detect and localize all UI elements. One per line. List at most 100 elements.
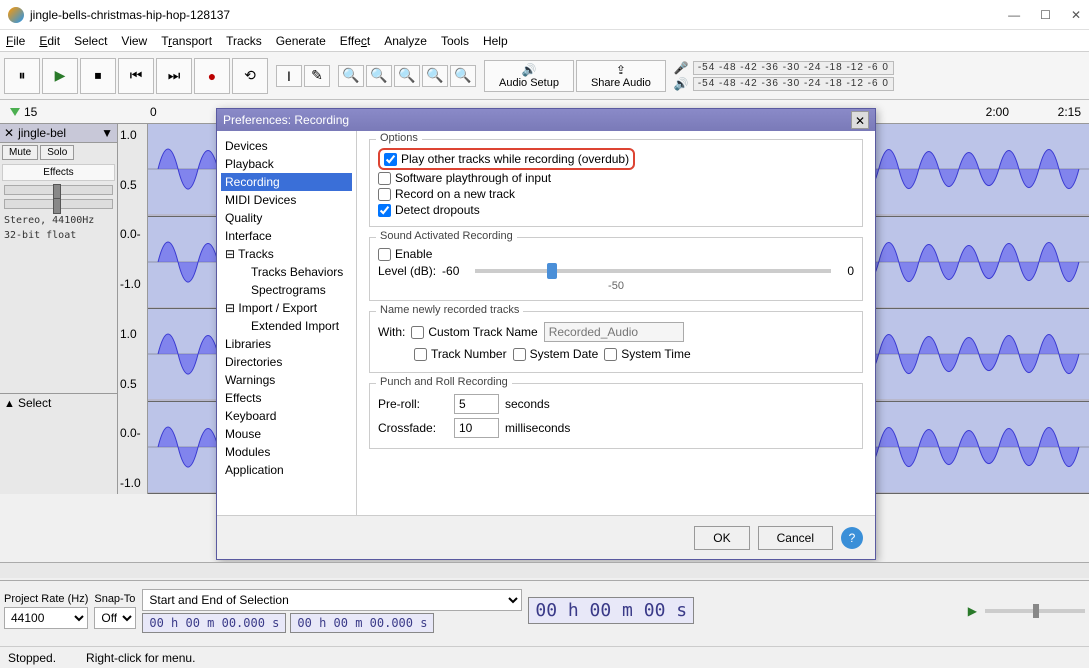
tree-quality[interactable]: Quality bbox=[221, 209, 352, 227]
position-timecode[interactable]: 00 h 00 m 00 s bbox=[528, 597, 694, 624]
fit-selection-button[interactable]: 🔍 bbox=[394, 65, 420, 87]
tree-playback[interactable]: Playback bbox=[221, 155, 352, 173]
tree-midi[interactable]: MIDI Devices bbox=[221, 191, 352, 209]
custom-name-checkbox[interactable] bbox=[411, 326, 424, 339]
menu-select[interactable]: Select bbox=[74, 34, 107, 48]
mute-button[interactable]: Mute bbox=[2, 145, 38, 160]
menu-transport[interactable]: Transport bbox=[161, 34, 212, 48]
tree-spectrograms[interactable]: Spectrograms bbox=[221, 281, 352, 299]
maximize-button[interactable]: ☐ bbox=[1040, 8, 1051, 22]
help-button[interactable]: ? bbox=[841, 527, 863, 549]
sar-legend: Sound Activated Recording bbox=[376, 230, 517, 242]
titlebar: jingle-bells-christmas-hip-hop-128137 — … bbox=[0, 0, 1089, 30]
stop-button[interactable]: ⏹ bbox=[80, 58, 116, 94]
newtrack-checkbox[interactable] bbox=[378, 188, 391, 201]
horizontal-scrollbar[interactable] bbox=[0, 562, 1089, 578]
dialog-close-button[interactable]: ✕ bbox=[851, 111, 869, 129]
tree-recording[interactable]: Recording bbox=[221, 173, 352, 191]
selection-end-timecode[interactable]: 00 h 00 m 00.000 s bbox=[290, 613, 434, 633]
cancel-button[interactable]: Cancel bbox=[758, 526, 833, 550]
tree-devices[interactable]: Devices bbox=[221, 137, 352, 155]
menu-file[interactable]: File bbox=[6, 34, 25, 48]
tree-warnings[interactable]: Warnings bbox=[221, 371, 352, 389]
minimize-button[interactable]: — bbox=[1008, 8, 1020, 22]
playhead-marker-icon[interactable] bbox=[10, 108, 20, 116]
dropdown-icon[interactable]: ▼ bbox=[101, 126, 113, 140]
skip-start-button[interactable]: ⏮ bbox=[118, 58, 154, 94]
tree-keyboard[interactable]: Keyboard bbox=[221, 407, 352, 425]
play-meter[interactable]: -54 -48 -42 -36 -30 -24 -18 -12 -6 0 bbox=[693, 77, 894, 91]
close-track-icon[interactable]: ✕ bbox=[4, 126, 14, 140]
project-rate-select[interactable]: 44100 bbox=[4, 607, 88, 629]
with-label: With: bbox=[378, 325, 405, 339]
zoom-toggle-button[interactable]: 🔍 bbox=[450, 65, 476, 87]
ruler-time-3: 2:15 bbox=[1058, 105, 1081, 119]
menu-tracks[interactable]: Tracks bbox=[226, 34, 262, 48]
tree-mouse[interactable]: Mouse bbox=[221, 425, 352, 443]
sar-enable-checkbox[interactable] bbox=[378, 248, 391, 261]
selection-tool-button[interactable]: I bbox=[276, 65, 302, 87]
selection-start-timecode[interactable]: 00 h 00 m 00.000 s bbox=[142, 613, 286, 633]
envelope-tool-button[interactable]: ✎ bbox=[304, 65, 330, 87]
level-tick: -50 bbox=[378, 280, 854, 292]
effects-button[interactable]: Effects bbox=[2, 164, 115, 181]
window-title: jingle-bells-christmas-hip-hop-128137 bbox=[30, 8, 230, 22]
track-header[interactable]: ✕ jingle-bel ▼ bbox=[0, 124, 117, 143]
pause-button[interactable]: ⏸ bbox=[4, 58, 40, 94]
fit-project-button[interactable]: 🔍 bbox=[422, 65, 448, 87]
share-audio-button[interactable]: ⇪ Share Audio bbox=[576, 60, 666, 92]
tree-effects[interactable]: Effects bbox=[221, 389, 352, 407]
record-meter[interactable]: -54 -48 -42 -36 -30 -24 -18 -12 -6 0 bbox=[693, 61, 894, 75]
tree-tracks[interactable]: ⊟ Tracks bbox=[221, 245, 352, 263]
overdub-label: Play other tracks while recording (overd… bbox=[401, 152, 629, 166]
tree-import-export[interactable]: ⊟ Import / Export bbox=[221, 299, 352, 317]
tree-extended-import[interactable]: Extended Import bbox=[221, 317, 352, 335]
punch-legend: Punch and Roll Recording bbox=[376, 376, 512, 388]
tree-modules[interactable]: Modules bbox=[221, 443, 352, 461]
close-button[interactable]: ✕ bbox=[1071, 8, 1081, 22]
tree-application[interactable]: Application bbox=[221, 461, 352, 479]
select-track-button[interactable]: ▲ Select bbox=[0, 393, 117, 412]
system-date-checkbox[interactable] bbox=[513, 348, 526, 361]
pan-slider[interactable] bbox=[4, 199, 113, 209]
tree-directories[interactable]: Directories bbox=[221, 353, 352, 371]
track-number-label: Track Number bbox=[431, 347, 507, 361]
tree-interface[interactable]: Interface bbox=[221, 227, 352, 245]
slider-thumb-icon[interactable] bbox=[547, 263, 557, 279]
menu-edit[interactable]: Edit bbox=[39, 34, 60, 48]
menu-analyze[interactable]: Analyze bbox=[384, 34, 427, 48]
menu-help[interactable]: Help bbox=[483, 34, 508, 48]
preroll-input[interactable] bbox=[454, 394, 499, 414]
crossfade-input[interactable] bbox=[454, 418, 499, 438]
overdub-checkbox[interactable] bbox=[384, 153, 397, 166]
track-name[interactable]: jingle-bel bbox=[18, 126, 66, 140]
dialog-titlebar[interactable]: Preferences: Recording ✕ bbox=[217, 109, 875, 131]
skip-end-button[interactable]: ⏭ bbox=[156, 58, 192, 94]
track-number-checkbox[interactable] bbox=[414, 348, 427, 361]
menu-tools[interactable]: Tools bbox=[441, 34, 469, 48]
audio-setup-button[interactable]: 🔊 Audio Setup bbox=[484, 60, 574, 92]
solo-button[interactable]: Solo bbox=[40, 145, 74, 160]
gain-slider[interactable] bbox=[4, 185, 113, 195]
playthrough-checkbox[interactable] bbox=[378, 172, 391, 185]
play-button[interactable]: ▶ bbox=[42, 58, 78, 94]
play-at-speed-button[interactable]: ▶ bbox=[968, 604, 977, 618]
zoom-in-button[interactable]: 🔍 bbox=[338, 65, 364, 87]
ok-button[interactable]: OK bbox=[694, 526, 749, 550]
menu-generate[interactable]: Generate bbox=[276, 34, 326, 48]
loop-button[interactable]: ⟲ bbox=[232, 58, 268, 94]
tree-libraries[interactable]: Libraries bbox=[221, 335, 352, 353]
zoom-out-button[interactable]: 🔍 bbox=[366, 65, 392, 87]
menu-view[interactable]: View bbox=[121, 34, 147, 48]
tree-tracks-behaviors[interactable]: Tracks Behaviors bbox=[221, 263, 352, 281]
track-name-input[interactable] bbox=[544, 322, 684, 342]
system-date-label: System Date bbox=[530, 347, 599, 361]
level-slider[interactable] bbox=[475, 269, 831, 273]
system-time-checkbox[interactable] bbox=[604, 348, 617, 361]
playback-speed-slider[interactable] bbox=[985, 609, 1085, 613]
snap-to-select[interactable]: Off bbox=[94, 607, 136, 629]
record-button[interactable]: ● bbox=[194, 58, 230, 94]
dropouts-checkbox[interactable] bbox=[378, 204, 391, 217]
selection-mode-select[interactable]: Start and End of Selection bbox=[142, 589, 522, 611]
menu-effect[interactable]: Effect bbox=[340, 34, 370, 48]
